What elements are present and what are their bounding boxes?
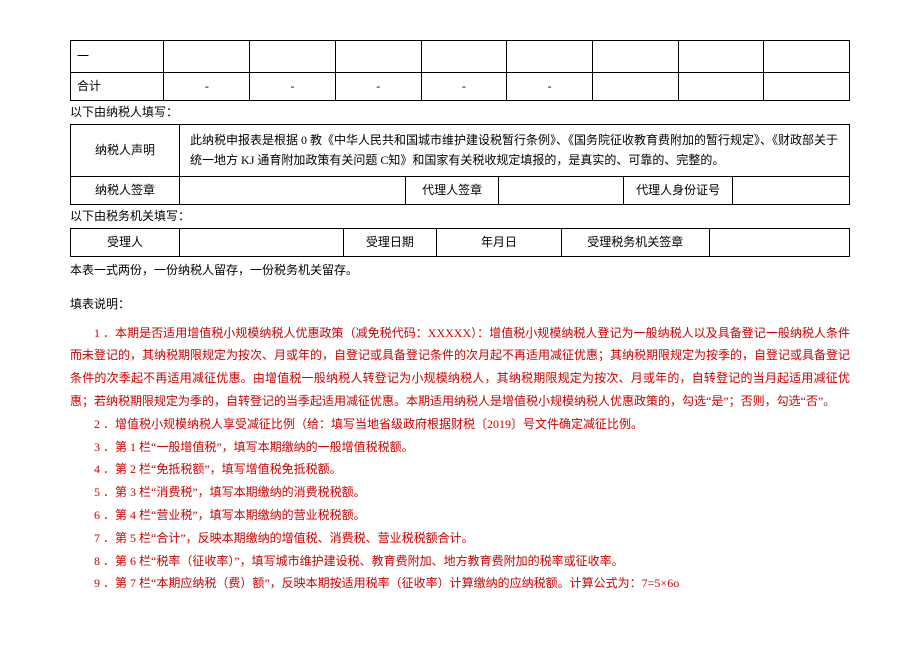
taxpayer-table: 纳税人声明 此纳税申报表是根据 0 教《中华人民共和国城市维护建设税暂行条例》、… (70, 124, 850, 205)
instruction-2: 2 ．增值税小规模纳税人享受减征比例（给：填写当地省级政府根据财税〔2019〕号… (70, 413, 850, 436)
agent-sig-field[interactable] (499, 176, 624, 204)
authority-sig-field[interactable] (709, 229, 849, 257)
top-table: 一 合计 - - - - - (70, 40, 850, 101)
dash-cell: 一 (71, 41, 164, 73)
instruction-9: 9 ．第 7 栏“本期应纳税（费）额”，反映本期按适用税率（征收率）计算缴纳的应… (70, 572, 850, 595)
instruction-6: 6 ．第 4 栏“营业税”，填写本期缴纳的营业税税额。 (70, 504, 850, 527)
authority-sig-label: 受理税务机关签章 (561, 229, 709, 257)
receive-date-label: 受理日期 (343, 229, 436, 257)
declaration-label: 纳税人声明 (71, 125, 180, 176)
receiver-field[interactable] (180, 229, 344, 257)
receive-date-field[interactable]: 年月日 (437, 229, 562, 257)
instruction-8: 8 ．第 6 栏“税率（征收率）”，填写城市维护建设税、教育费附加、地方教育费附… (70, 550, 850, 573)
instruction-7: 7 ．第 5 栏“合计”，反映本期缴纳的增值税、消费税、营业税税额合计。 (70, 527, 850, 550)
copies-note: 本表一式两份，一份纳税人留存，一份税务机关留存。 (70, 261, 850, 280)
taxpayer-section-header: 以下由纳税人填写： (70, 103, 850, 122)
empty-cell (421, 41, 507, 73)
agent-sig-label: 代理人签章 (405, 176, 498, 204)
instructions-title: 填表说明： (70, 295, 850, 314)
total-c2: - (250, 73, 336, 101)
total-c5: - (507, 73, 593, 101)
receiver-label: 受理人 (71, 229, 180, 257)
total-label: 合计 (71, 73, 164, 101)
total-c1: - (164, 73, 250, 101)
empty-cell (250, 41, 336, 73)
agent-id-field[interactable] (733, 176, 850, 204)
total-c4: - (421, 73, 507, 101)
empty-cell (592, 41, 678, 73)
empty-cell (592, 73, 678, 101)
empty-cell (164, 41, 250, 73)
agent-id-label: 代理人身份证号 (624, 176, 733, 204)
empty-cell (764, 73, 850, 101)
instruction-3: 3 ．第 1 栏“一般增值税”，填写本期缴纳的一般增值税税额。 (70, 436, 850, 459)
authority-section-header: 以下由税务机关填写： (70, 207, 850, 226)
total-c3: - (335, 73, 421, 101)
instruction-5: 5 ．第 3 栏“消费税”，填写本期缴纳的消费税税额。 (70, 481, 850, 504)
taxpayer-sig-field[interactable] (180, 176, 406, 204)
empty-cell (764, 41, 850, 73)
empty-cell (678, 73, 764, 101)
empty-cell (507, 41, 593, 73)
instruction-4: 4 ．第 2 栏“免抵税额”，填写增值税免抵税额。 (70, 458, 850, 481)
declaration-text: 此纳税申报表是根据 0 教《中华人民共和国城市维护建设税暂行条例》、《国务院征收… (180, 125, 850, 176)
authority-table: 受理人 受理日期 年月日 受理税务机关签章 (70, 228, 850, 257)
instruction-1: 1 ．本期是否适用增值税小规模纳税人优惠政策（减免税代码：XXXXX）：增值税小… (70, 322, 850, 413)
empty-cell (678, 41, 764, 73)
empty-cell (335, 41, 421, 73)
taxpayer-sig-label: 纳税人签章 (71, 176, 180, 204)
